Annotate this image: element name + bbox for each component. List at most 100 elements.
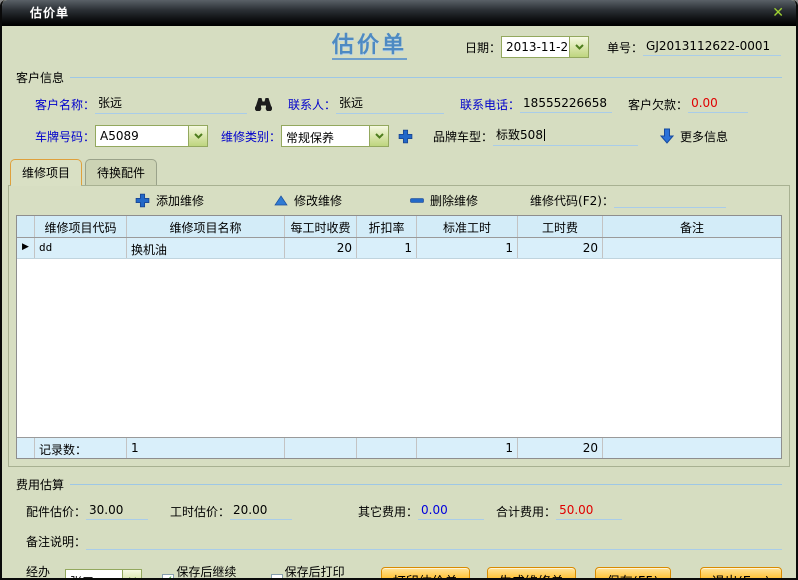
phone-label: 联系电话： — [460, 97, 521, 112]
table-footer-row: 记录数： 1 1 20 — [17, 437, 781, 458]
plate-combobox[interactable]: A5089 — [95, 125, 209, 147]
cell-std-hours[interactable]: 1 — [417, 238, 518, 258]
customer-group-title: 客户信息 — [16, 71, 65, 85]
estimate-window: 估价单 ✕ 估价单 日期： 2013-11-26 单号： GJ201311262… — [0, 0, 798, 580]
window-title: 估价单 — [30, 6, 70, 20]
labor-estimate-label: 工时估价： — [170, 505, 231, 519]
chevron-down-icon — [193, 133, 203, 139]
total-fee-value: 50.00 — [556, 503, 623, 520]
add-repair-type-button[interactable] — [398, 129, 413, 144]
tab-parts-to-replace[interactable]: 待换配件 — [85, 159, 158, 185]
edit-repair-button[interactable]: 修改维修 — [274, 192, 342, 209]
repair-code-input[interactable] — [613, 193, 726, 208]
date-value: 2013-11-26 — [506, 40, 570, 54]
tab-repair-items[interactable]: 维修项目 — [10, 159, 83, 186]
chevron-down-icon — [374, 133, 384, 139]
table-row[interactable]: ▶ dd 换机油 20 1 1 20 — [17, 238, 781, 259]
search-customer-icon[interactable] — [255, 97, 273, 111]
cell-fee-per-hour[interactable]: 20 — [285, 238, 357, 258]
footer-remark-cell — [603, 438, 781, 458]
checkbox-print-label[interactable]: 保存后打印单据 — [285, 563, 353, 578]
row-selector-icon: ▶ — [17, 238, 35, 258]
col-header-std-hours[interactable]: 标准工时 — [417, 216, 518, 237]
header-row: 估价单 日期： 2013-11-26 单号： GJ2013112622-0001 — [16, 31, 782, 63]
repair-type-combobox[interactable]: 常规保养 — [281, 125, 390, 147]
table-empty-area — [17, 259, 781, 437]
contact-field[interactable]: 张远 — [336, 94, 445, 114]
repair-items-panel: 添加维修 修改维修 删除维修 维修代码(F2)： 维修项目代码 维修项目名称 每… — [8, 185, 790, 467]
other-fee-value[interactable]: 0.00 — [418, 503, 485, 520]
customer-name-label: 客户名称： — [35, 97, 96, 112]
triangle-up-icon — [274, 195, 288, 206]
col-header-discount[interactable]: 折扣率 — [357, 216, 417, 237]
operator-value: 张三 — [66, 570, 122, 578]
col-header-name[interactable]: 维修项目名称 — [127, 216, 285, 237]
title-bar[interactable]: 估价单 ✕ — [2, 0, 796, 26]
grid-toolbar: 添加维修 修改维修 删除维修 维修代码(F2)： — [9, 186, 789, 215]
contact-label: 联系人： — [288, 97, 337, 112]
checkbox-continue-after-save[interactable]: ✓ — [162, 573, 175, 580]
repair-type-dropdown-button[interactable] — [369, 126, 389, 146]
check-icon: ✓ — [163, 573, 174, 580]
cell-discount[interactable]: 1 — [357, 238, 417, 258]
other-fee-label: 其它费用： — [358, 505, 419, 519]
minus-icon — [410, 198, 424, 203]
checkbox-print-after-save[interactable]: ✓ — [270, 573, 283, 578]
arrow-down-icon — [660, 128, 675, 144]
plate-label: 车牌号码： — [35, 129, 96, 144]
footer-hour-fee-total: 20 — [518, 438, 603, 458]
group-divider — [70, 77, 782, 78]
debt-value: 0.00 — [688, 96, 749, 113]
parts-estimate-value[interactable]: 30.00 — [86, 503, 149, 520]
phone-field[interactable]: 18555226658 — [520, 96, 613, 113]
footer-selector-cell — [17, 438, 35, 458]
customer-name-field[interactable]: 张远 — [95, 94, 248, 114]
customer-group-header: 客户信息 — [16, 69, 782, 86]
col-header-remark[interactable]: 备注 — [603, 216, 781, 237]
close-icon[interactable]: ✕ — [772, 6, 784, 20]
table-header-row: 维修项目代码 维修项目名称 每工时收费 折扣率 标准工时 工时费 备注 — [17, 216, 781, 238]
model-label: 品牌车型： — [433, 129, 494, 144]
labor-estimate-value[interactable]: 20.00 — [230, 503, 293, 520]
footer-empty-2 — [357, 438, 417, 458]
cell-hour-fee[interactable]: 20 — [518, 238, 603, 258]
cell-remark[interactable] — [603, 238, 781, 258]
operator-label: 经办人： — [26, 565, 51, 579]
estimate-group-header: 费用估算 — [16, 476, 782, 493]
cell-name[interactable]: 换机油 — [127, 238, 285, 258]
plate-dropdown-button[interactable] — [188, 126, 208, 146]
save-button[interactable]: 保存(F5) — [594, 567, 671, 578]
customer-row-1: 客户名称： 张远 联系人： 张远 联系电话： 18555226658 客户欠款：… — [35, 94, 782, 114]
generate-repair-order-button[interactable]: 生成维修单 — [486, 567, 576, 578]
delete-repair-button[interactable]: 删除维修 — [410, 192, 478, 209]
operator-dropdown-button[interactable] — [122, 570, 142, 578]
plus-icon — [135, 193, 150, 208]
bottom-bar: 经办人： 张三 ✓ 保存后继续添加 ✓ 保存后打印单据 打印估价单 生成维修单 … — [26, 563, 782, 580]
estimate-row: 配件估价： 30.00 工时估价： 20.00 其它费用： 0.00 合计费用：… — [26, 503, 782, 520]
record-count-label: 记录数： — [35, 438, 127, 458]
exit-button[interactable]: 退出(Esc) — [699, 567, 782, 578]
delete-repair-label: 删除维修 — [430, 194, 479, 208]
more-info-label[interactable]: 更多信息 — [680, 128, 728, 145]
add-repair-button[interactable]: 添加维修 — [135, 192, 204, 209]
more-info-button[interactable] — [660, 128, 675, 144]
remark-label: 备注说明： — [26, 535, 87, 549]
checkbox-continue-label[interactable]: 保存后继续添加 — [176, 563, 244, 578]
footer-empty-1 — [285, 438, 357, 458]
edit-repair-label: 修改维修 — [294, 194, 343, 208]
operator-combobox[interactable]: 张三 — [64, 569, 143, 578]
date-picker[interactable]: 2013-11-26 — [501, 36, 590, 58]
text-caret — [543, 129, 545, 141]
col-header-hour-fee[interactable]: 工时费 — [518, 216, 603, 237]
repair-type-label: 维修类别： — [221, 129, 282, 144]
remark-input[interactable] — [86, 534, 782, 550]
row-selector-header — [17, 216, 35, 237]
model-field[interactable]: 标致508 — [493, 126, 639, 146]
cell-code[interactable]: dd — [35, 238, 127, 258]
col-header-fee-per-hour[interactable]: 每工时收费 — [285, 216, 357, 237]
remark-row: 备注说明： — [26, 533, 782, 550]
date-dropdown-button[interactable] — [569, 37, 589, 57]
col-header-code[interactable]: 维修项目代码 — [35, 216, 127, 237]
estimate-group-title: 费用估算 — [16, 478, 65, 492]
print-estimate-button[interactable]: 打印估价单 — [380, 567, 470, 578]
